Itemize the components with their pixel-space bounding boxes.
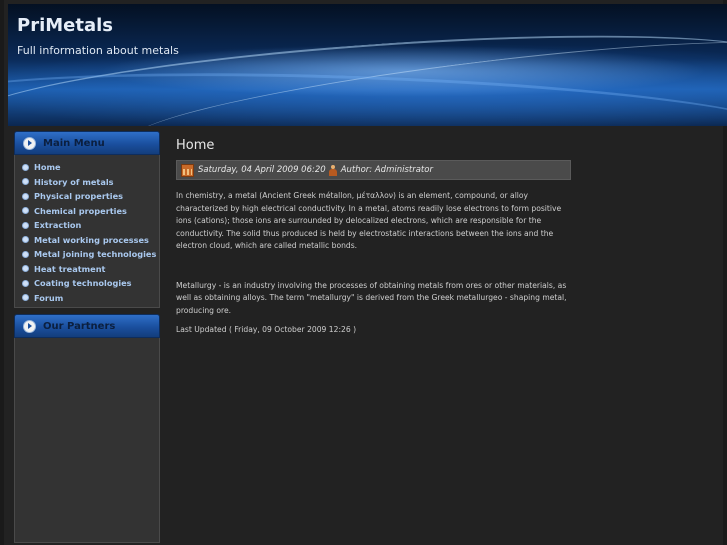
partners-title: Our Partners — [43, 320, 116, 332]
menu-item-label: Home — [34, 162, 61, 173]
bullet-icon — [22, 192, 29, 200]
article-date: Saturday, 04 April 2009 06:20 — [198, 165, 326, 175]
bullet-icon — [22, 163, 29, 171]
article-paragraph: In chemistry, a metal (Ancient Greek mét… — [176, 191, 562, 250]
menu-item-heat-treatment[interactable]: Heat treatment — [15, 262, 159, 277]
menu-item-home[interactable]: Home — [15, 160, 159, 175]
main-menu-title: Main Menu — [43, 137, 105, 149]
menu-item-metal-joining-technologies[interactable]: Metal joining technologies — [15, 247, 159, 262]
menu-item-forum[interactable]: Forum — [15, 291, 159, 306]
author-icon — [328, 164, 337, 176]
menu-item-label: History of metals — [34, 176, 114, 187]
main-menu-list: Home History of metals Physical properti… — [14, 155, 160, 308]
arrow-bullet-icon — [23, 136, 36, 150]
site-header: PriMetals Full information about metals — [8, 4, 727, 126]
page-title: Home — [176, 138, 215, 153]
article-author: Author: Administrator — [340, 165, 433, 175]
partners-header: Our Partners — [14, 314, 160, 338]
menu-item-chemical-properties[interactable]: Chemical properties — [15, 204, 159, 219]
menu-item-label: Heat treatment — [34, 263, 106, 274]
site-title[interactable]: PriMetals — [17, 15, 113, 36]
menu-item-label: Forum — [34, 292, 64, 303]
main-menu-header: Main Menu — [14, 131, 160, 155]
site-slogan: Full information about metals — [17, 44, 179, 57]
menu-item-coating-technologies[interactable]: Coating technologies — [15, 276, 159, 291]
menu-item-metal-working-processes[interactable]: Metal working processes — [15, 233, 159, 248]
calendar-icon — [181, 163, 194, 177]
menu-item-label: Physical properties — [34, 191, 124, 202]
bullet-icon — [22, 236, 29, 244]
main-menu-module: Main Menu Home History of metals Physica… — [14, 131, 160, 308]
bullet-icon — [22, 178, 29, 186]
bullet-icon — [22, 294, 29, 302]
menu-item-extraction[interactable]: Extraction — [15, 218, 159, 233]
menu-item-label: Coating technologies — [34, 278, 132, 289]
menu-item-history-of-metals[interactable]: History of metals — [15, 175, 159, 190]
bullet-icon — [22, 221, 29, 229]
page-frame: PriMetals Full information about metals … — [0, 0, 727, 545]
partners-body — [14, 338, 160, 543]
last-updated: Last Updated ( Friday, 09 October 2009 1… — [176, 325, 357, 334]
menu-item-label: Chemical properties — [34, 205, 127, 216]
bullet-icon — [22, 207, 29, 215]
partners-module: Our Partners — [14, 314, 160, 543]
main-content: Home Saturday, 04 April 2009 06:20 Autho… — [176, 138, 571, 334]
article-meta-bar: Saturday, 04 April 2009 06:20 Author: Ad… — [176, 160, 571, 180]
left-column: Main Menu Home History of metals Physica… — [14, 131, 160, 545]
bullet-icon — [22, 279, 29, 287]
article-paragraph: Metallurgy - is an industry involving th… — [176, 280, 567, 315]
menu-item-label: Metal working processes — [34, 234, 149, 245]
bullet-icon — [22, 265, 29, 273]
bullet-icon — [22, 250, 29, 258]
menu-item-label: Metal joining technologies — [34, 249, 157, 260]
menu-item-physical-properties[interactable]: Physical properties — [15, 189, 159, 204]
arrow-bullet-icon — [23, 319, 36, 333]
menu-item-label: Extraction — [34, 220, 82, 231]
